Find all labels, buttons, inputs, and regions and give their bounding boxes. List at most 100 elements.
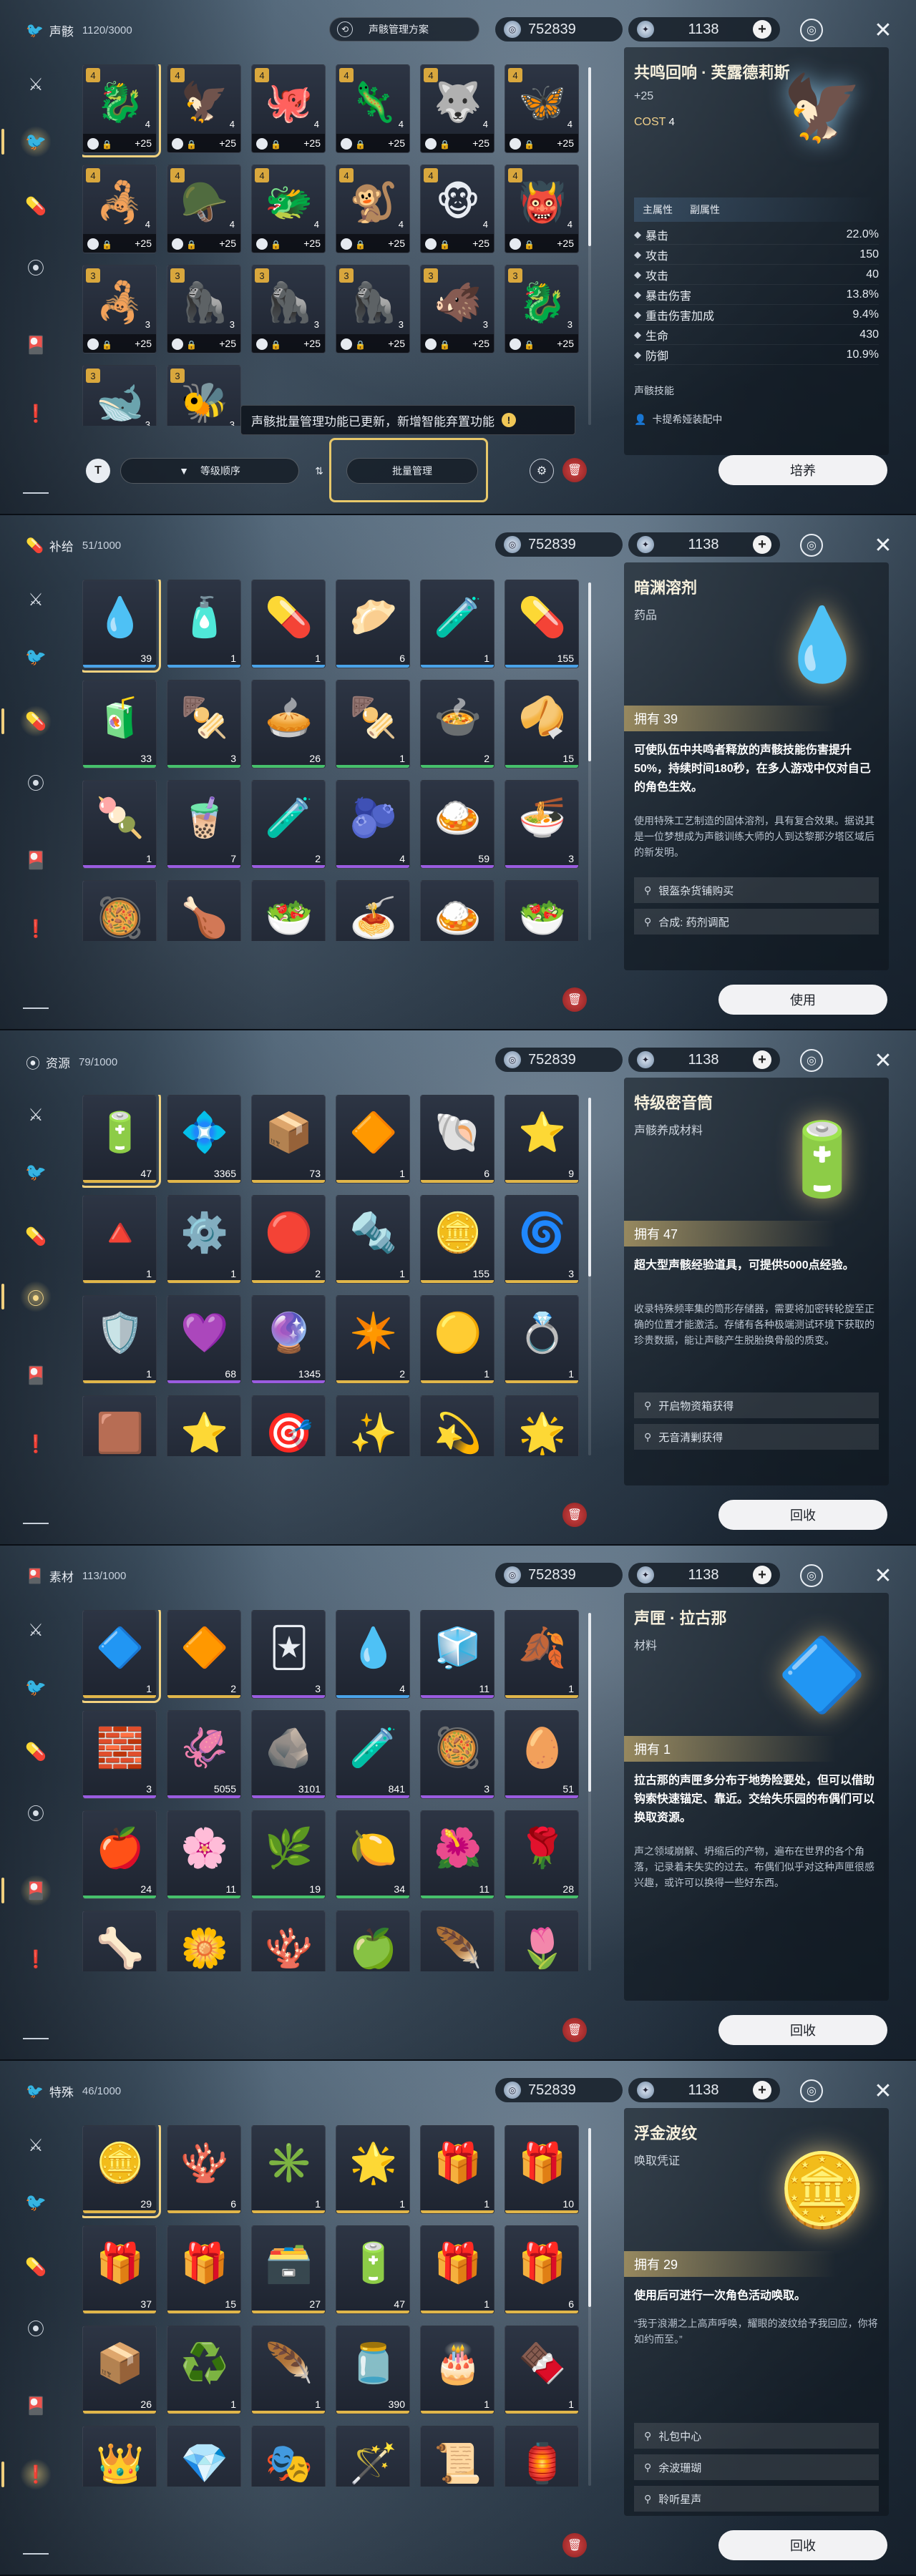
item-slot[interactable]: 🐺 4 4 🔒 +25 — [420, 64, 494, 153]
echo-plan-button[interactable]: ⟲ 声骸管理方案 — [329, 17, 479, 42]
add-astrite-button[interactable]: + — [752, 1050, 771, 1069]
item-slot[interactable]: 🫙 390 — [336, 2326, 410, 2414]
item-slot[interactable]: 🫐 4 — [336, 780, 410, 869]
item-source[interactable]: ⚲ 余波珊瑚 — [634, 2454, 879, 2480]
lock-icon[interactable]: 🔒 — [271, 240, 281, 250]
item-slot[interactable]: 🎁 10 — [505, 2125, 579, 2214]
item-slot[interactable]: 🔴 2 — [251, 1195, 326, 1284]
item-slot[interactable]: 🔋 47 — [336, 2225, 410, 2314]
item-slot[interactable]: 🌟 1 — [336, 2125, 410, 2214]
item-slot[interactable]: 💊 155 — [505, 580, 579, 668]
sort-button[interactable]: ▼ 等级顺序 — [120, 458, 299, 484]
item-slot[interactable]: 📜 — [420, 2426, 494, 2487]
item-slot[interactable]: 🪶 — [420, 1911, 494, 1971]
supply-tab[interactable]: 💊 — [20, 190, 52, 222]
target-icon[interactable]: ◎ — [800, 1049, 823, 1072]
item-slot[interactable]: 🪨 3101 — [251, 1710, 326, 1799]
item-slot[interactable]: 🪖 4 4 🔒 +25 — [167, 165, 241, 253]
item-slot[interactable]: ✳️ 1 — [251, 2125, 326, 2214]
lock-icon[interactable]: 🔒 — [102, 340, 112, 350]
item-slot[interactable]: 💍 1 — [505, 1295, 579, 1384]
item-source[interactable]: ⚲ 合成: 药剂调配 — [634, 909, 879, 935]
item-slot[interactable]: ⭐ — [167, 1395, 241, 1456]
item-slot[interactable]: ✴️ 2 — [336, 1295, 410, 1384]
item-slot[interactable]: 🍗 — [167, 880, 241, 941]
item-slot[interactable]: 📦 73 — [251, 1095, 326, 1184]
echo-tab[interactable]: 🐦 — [20, 641, 52, 673]
main-stat-tab[interactable]: 主属性 — [643, 203, 673, 217]
item-slot[interactable]: 🌷 — [505, 1911, 579, 1971]
lock-icon[interactable]: 🔒 — [102, 240, 112, 250]
item-slot[interactable]: 🦍 3 3 🔒 +25 — [167, 265, 241, 353]
item-slot[interactable]: 🦂 3 3 🔒 +25 — [82, 265, 157, 353]
item-slot[interactable]: 🦅 4 4 🔒 +25 — [167, 64, 241, 153]
item-slot[interactable]: 🗃️ 27 — [251, 2225, 326, 2314]
item-slot[interactable]: 🍫 1 — [505, 2326, 579, 2414]
item-slot[interactable]: 🥗 — [505, 880, 579, 941]
lock-icon[interactable]: 🔒 — [186, 140, 197, 150]
item-slot[interactable]: 💊 1 — [251, 580, 326, 668]
discard-icon[interactable]: 🗑 — [562, 987, 587, 1012]
item-source[interactable]: ⚲ 开启物资箱获得 — [634, 1392, 879, 1418]
item-action-button[interactable]: 使用 — [718, 985, 887, 1015]
close-icon[interactable]: ✕ — [872, 534, 895, 557]
item-slot[interactable]: 🎁 37 — [82, 2225, 157, 2314]
close-icon[interactable]: ✕ — [872, 2079, 895, 2103]
close-icon[interactable]: ✕ — [872, 1049, 895, 1073]
target-icon[interactable]: ◎ — [800, 2079, 823, 2102]
item-slot[interactable]: 🥘 — [82, 880, 157, 941]
item-slot[interactable]: 📦 26 — [82, 2326, 157, 2414]
add-astrite-button[interactable]: + — [752, 535, 771, 554]
item-slot[interactable]: 🍛 59 — [420, 780, 494, 869]
item-slot[interactable]: 🐵 4 4 🔒 +25 — [420, 165, 494, 253]
special-tab[interactable]: ❗ — [20, 1943, 52, 1975]
item-slot[interactable]: 🍋 34 — [336, 1810, 410, 1899]
supply-tab[interactable]: 💊 — [1, 706, 52, 737]
item-slot[interactable]: 💜 68 — [167, 1295, 241, 1384]
lock-icon[interactable]: 🔒 — [439, 140, 450, 150]
item-slot[interactable]: 🔶 2 — [167, 1610, 241, 1699]
item-source[interactable]: ⚲ 聆听星声 — [634, 2486, 879, 2512]
item-source[interactable]: ⚲ 银盔杂货铺购买 — [634, 877, 879, 903]
resource-tab[interactable]: ⦿ — [20, 766, 52, 797]
item-slot[interactable]: 🪙 155 — [420, 1195, 494, 1284]
item-slot[interactable]: 💎 — [167, 2426, 241, 2487]
resource-tab[interactable]: ⦿ — [20, 250, 52, 282]
item-slot[interactable]: 🐉 3 3 🔒 +25 — [505, 265, 579, 353]
supply-tab[interactable]: 💊 — [20, 2251, 52, 2283]
target-icon[interactable]: ◎ — [800, 534, 823, 557]
item-slot[interactable]: 🍏 — [336, 1911, 410, 1971]
item-slot[interactable]: 👹 4 4 🔒 +25 — [505, 165, 579, 253]
item-source[interactable]: ⚲ 无音清剿获得 — [634, 1424, 879, 1450]
item-slot[interactable]: 🔮 1345 — [251, 1295, 326, 1384]
item-slot[interactable]: 🔷 1 — [82, 1610, 161, 1703]
item-slot[interactable]: 🦍 3 3 🔒 +25 — [251, 265, 326, 353]
filter-icon[interactable]: T — [86, 459, 110, 483]
swords-tab[interactable]: ⚔ — [20, 2129, 52, 2161]
item-slot[interactable]: 🦑 5055 — [167, 1710, 241, 1799]
item-source[interactable]: ⚲ 礼包中心 — [634, 2423, 879, 2449]
item-slot[interactable]: 🦴 — [82, 1911, 157, 1971]
item-slot[interactable]: 🧱 3 — [82, 1710, 157, 1799]
material-tab[interactable]: 🎴 — [1, 1875, 52, 1906]
item-slot[interactable]: 🍎 24 — [82, 1810, 157, 1899]
item-slot[interactable]: 🐗 3 3 🔒 +25 — [420, 265, 494, 353]
add-astrite-button[interactable]: + — [752, 20, 771, 39]
sub-stat-tab[interactable]: 副属性 — [690, 203, 720, 217]
grid-scrollbar[interactable] — [588, 1613, 591, 1971]
lock-icon[interactable]: 🔒 — [524, 240, 535, 250]
item-slot[interactable]: 🔺 1 — [82, 1195, 157, 1284]
material-tab[interactable]: 🎴 — [20, 844, 52, 876]
add-astrite-button[interactable]: + — [752, 2081, 771, 2099]
item-slot[interactable]: 🎁 1 — [420, 2125, 494, 2214]
close-icon[interactable]: ✕ — [872, 19, 895, 42]
item-slot[interactable]: ♻️ 1 — [167, 2326, 241, 2414]
grid-scrollbar[interactable] — [588, 582, 591, 940]
item-slot[interactable]: ⭐ 9 — [505, 1095, 579, 1184]
item-slot[interactable]: 🧃 33 — [82, 680, 157, 769]
item-slot[interactable]: 🌺 11 — [420, 1810, 494, 1899]
item-slot[interactable]: 🟡 1 — [420, 1295, 494, 1384]
echo-tab[interactable]: 🐦 — [20, 2187, 52, 2218]
item-slot[interactable]: 🧪 841 — [336, 1710, 410, 1799]
lock-icon[interactable]: 🔒 — [439, 240, 450, 250]
